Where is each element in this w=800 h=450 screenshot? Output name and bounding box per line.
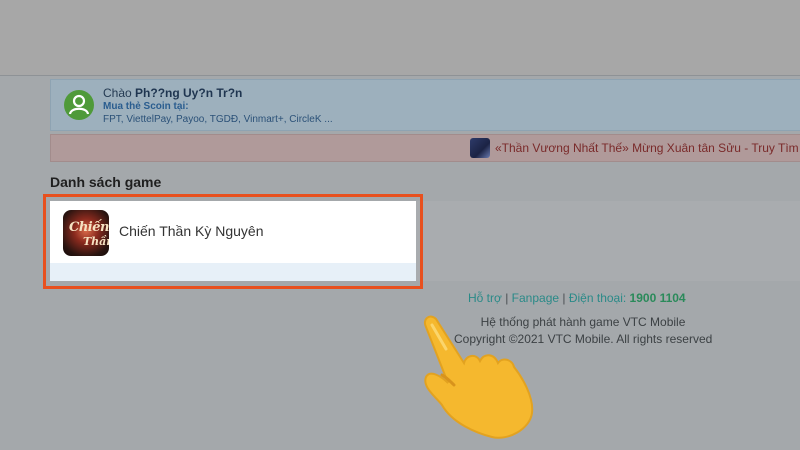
game-list-title: Danh sách game [50, 174, 162, 190]
greeting-text: Chào Ph??ng Uy?n Tr?n [103, 86, 242, 100]
footer-links: Hỗ trợ | Fanpage | Điện thoại: 1900 1104 [468, 291, 686, 305]
user-name: Ph??ng Uy?n Tr?n [135, 86, 243, 100]
greeting-prefix: Chào [103, 86, 132, 100]
news-game-icon [470, 138, 490, 158]
buy-scoin-label: Mua thẻ Scoin tại: [103, 101, 189, 112]
news-text[interactable]: «Thần Vương Nhất Thế» Mừng Xuân tân Sửu … [495, 141, 800, 155]
header-bar [0, 0, 800, 76]
user-avatar-icon[interactable] [64, 90, 94, 120]
footer-separator: | [501, 291, 512, 305]
pointing-hand-icon [424, 315, 534, 439]
phone-label: Điện thoại: [568, 291, 630, 305]
footer-separator: | [559, 291, 569, 305]
highlight-box [43, 194, 423, 289]
support-link[interactable]: Hỗ trợ [468, 291, 502, 305]
footer-publisher: Hệ thống phát hành game VTC Mobile [480, 315, 686, 329]
store-list[interactable]: FPT, ViettelPay, Payoo, TGDĐ, Vinmart+, … [103, 114, 333, 125]
fanpage-link[interactable]: Fanpage [512, 291, 559, 305]
news-ticker[interactable]: «Thần Vương Nhất Thế» Mừng Xuân tân Sửu … [50, 134, 800, 162]
welcome-panel: Chào Ph??ng Uy?n Tr?n Mua thẻ Scoin tại:… [50, 79, 800, 131]
phone-number[interactable]: 1900 1104 [630, 291, 686, 305]
